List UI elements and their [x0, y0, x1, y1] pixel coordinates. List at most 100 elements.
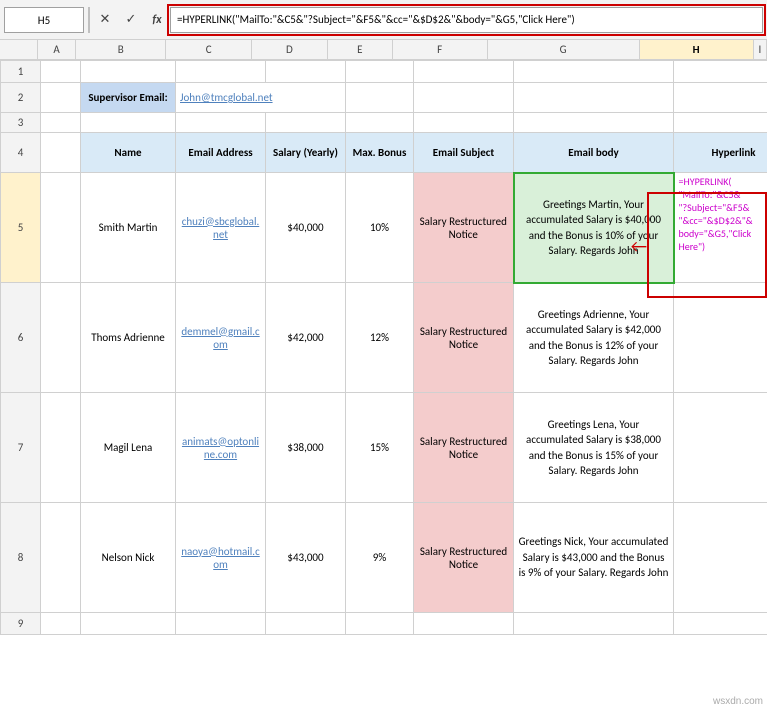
c9[interactable] [176, 613, 266, 635]
rn-8: 8 [1, 503, 41, 613]
salary-magil-lena: $38,000 [266, 393, 346, 503]
bonus-magil-lena: 15% [346, 393, 414, 503]
c1[interactable] [176, 61, 266, 83]
h2[interactable] [674, 83, 767, 113]
row-3: 3 [1, 113, 767, 133]
d1[interactable] [266, 61, 346, 83]
grid-container: 1 2 Supervisor Email: John@tmcglobal.net [0, 60, 767, 711]
body-thoms-adrienne: Greetings Adrienne, Your accumulated Sal… [514, 283, 674, 393]
header-body: Email body [514, 133, 674, 173]
a2[interactable] [41, 83, 81, 113]
e9[interactable] [346, 613, 414, 635]
b9[interactable] [81, 613, 176, 635]
header-subject: Email Subject [414, 133, 514, 173]
a7[interactable] [41, 393, 81, 503]
subject-nelson-nick: Salary Restructured Notice [414, 503, 514, 613]
b1[interactable] [81, 61, 176, 83]
g2[interactable] [514, 83, 674, 113]
row-4-headers: 4 Name Email Address Salary (Yearly) Max… [1, 133, 767, 173]
confirm-icon[interactable]: ✓ [120, 9, 142, 31]
col-header-i[interactable]: I [754, 40, 767, 59]
col-header-c[interactable]: C [166, 40, 252, 59]
g9[interactable] [514, 613, 674, 635]
h9[interactable] [674, 613, 767, 635]
header-email: Email Address [176, 133, 266, 173]
bonus-smith-martin: 10% [346, 173, 414, 283]
name-nelson-nick: Nelson Nick [81, 503, 176, 613]
f2[interactable] [414, 83, 514, 113]
hyperlink-smith-martin[interactable]: =HYPERLINK("MailTo:"&C5&"?Subject="&F5&"… [674, 173, 767, 283]
formula-bar-separator [88, 7, 90, 33]
col-header-a[interactable]: A [38, 40, 76, 59]
hyperlink-formula-text: =HYPERLINK("MailTo:"&C5&"?Subject="&F5&"… [679, 175, 753, 253]
a8[interactable] [41, 503, 81, 613]
bonus-thoms-adrienne: 12% [346, 283, 414, 393]
e2[interactable] [346, 83, 414, 113]
corner-cell [0, 40, 38, 59]
email-thoms-adrienne[interactable]: demmel@gmail.com [176, 283, 266, 393]
subject-magil-lena: Salary Restructured Notice [414, 393, 514, 503]
g1[interactable] [514, 61, 674, 83]
g3[interactable] [514, 113, 674, 133]
rn-5: 5 [1, 173, 41, 283]
email-smith-martin[interactable]: chuzi@sbcglobal.net [176, 173, 266, 283]
cancel-icon[interactable]: ✕ [94, 9, 116, 31]
f9[interactable] [414, 613, 514, 635]
column-headers: A B C D E F G H I [0, 40, 767, 60]
subject-smith-martin: Salary Restructured Notice [414, 173, 514, 283]
header-hyperlink: Hyperlink [674, 133, 767, 173]
body-nelson-nick: Greetings Nick, Your accumulated Salary … [514, 503, 674, 613]
name-smith-martin: Smith Martin [81, 173, 176, 283]
a1[interactable] [41, 61, 81, 83]
col-header-h[interactable]: H [640, 40, 754, 59]
rn-3: 3 [1, 113, 41, 133]
a3[interactable] [41, 113, 81, 133]
col-header-f[interactable]: F [393, 40, 488, 59]
email-nelson-nick[interactable]: naoya@hotmail.com [176, 503, 266, 613]
col-header-d[interactable]: D [252, 40, 328, 59]
header-salary: Salary (Yearly) [266, 133, 346, 173]
col-header-b[interactable]: B [76, 40, 166, 59]
subject-thoms-adrienne: Salary Restructured Notice [414, 283, 514, 393]
supervisor-label: Supervisor Email: [81, 83, 176, 113]
salary-thoms-adrienne: $42,000 [266, 283, 346, 393]
formula-input[interactable] [170, 7, 763, 33]
name-magil-lena: Magil Lena [81, 393, 176, 503]
b3[interactable] [81, 113, 176, 133]
col-header-g[interactable]: G [488, 40, 640, 59]
header-bonus: Max. Bonus [346, 133, 414, 173]
h3[interactable] [674, 113, 767, 133]
salary-nelson-nick: $43,000 [266, 503, 346, 613]
a9[interactable] [41, 613, 81, 635]
rn-4: 4 [1, 133, 41, 173]
f3[interactable] [414, 113, 514, 133]
spreadsheet-table: 1 2 Supervisor Email: John@tmcglobal.net [0, 60, 767, 635]
rn-9: 9 [1, 613, 41, 635]
supervisor-email[interactable]: John@tmcglobal.net [176, 83, 346, 113]
rn-6: 6 [1, 283, 41, 393]
email-magil-lena[interactable]: animats@optonline.com [176, 393, 266, 503]
rn-1: 1 [1, 61, 41, 83]
name-box[interactable]: H5 [4, 7, 84, 33]
d3[interactable] [266, 113, 346, 133]
h1[interactable] [674, 61, 767, 83]
salary-smith-martin: $40,000 [266, 173, 346, 283]
sheet-wrapper: 1 2 Supervisor Email: John@tmcglobal.net [0, 60, 767, 711]
row-7: 7 Magil Lena animats@optonline.com $38,0… [1, 393, 767, 503]
a4[interactable] [41, 133, 81, 173]
row-1: 1 [1, 61, 767, 83]
a6[interactable] [41, 283, 81, 393]
hyperlink-magil-lena[interactable] [674, 393, 767, 503]
c3[interactable] [176, 113, 266, 133]
hyperlink-nelson-nick[interactable] [674, 503, 767, 613]
e1[interactable] [346, 61, 414, 83]
formula-bar: H5 ✕ ✓ fx [0, 0, 767, 40]
row-9: 9 [1, 613, 767, 635]
e3[interactable] [346, 113, 414, 133]
d9[interactable] [266, 613, 346, 635]
name-thoms-adrienne: Thoms Adrienne [81, 283, 176, 393]
f1[interactable] [414, 61, 514, 83]
a5[interactable] [41, 173, 81, 283]
hyperlink-thoms-adrienne[interactable] [674, 283, 767, 393]
col-header-e[interactable]: E [328, 40, 393, 59]
